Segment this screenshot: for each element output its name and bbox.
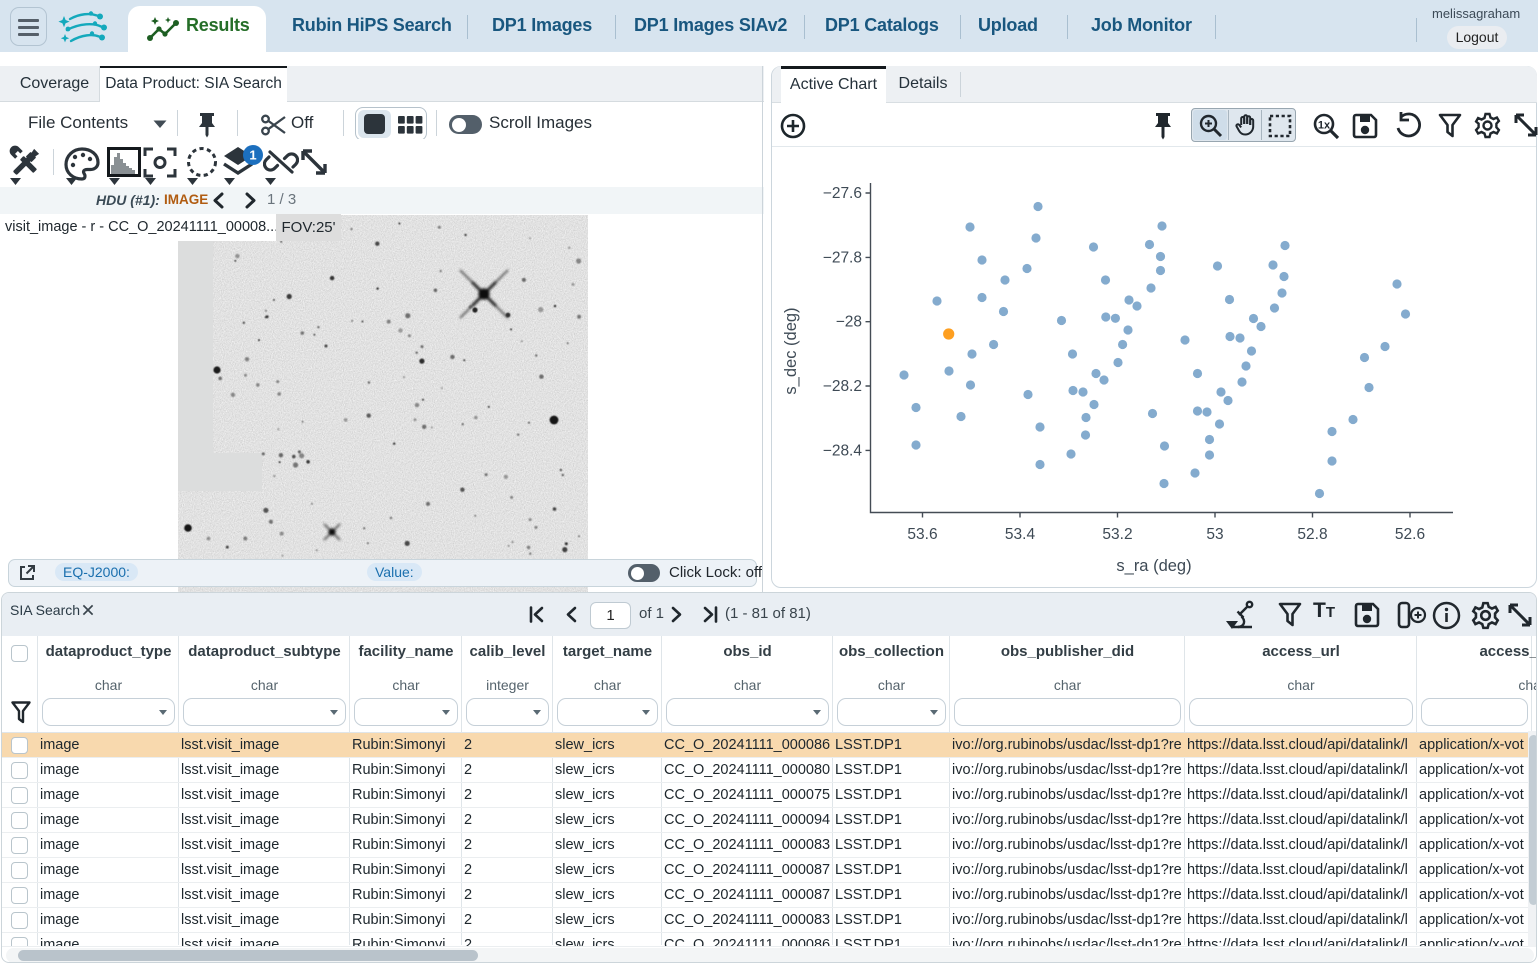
svg-text:1: 1 bbox=[249, 148, 256, 163]
svg-text:53: 53 bbox=[1206, 526, 1223, 543]
svg-text:53.6: 53.6 bbox=[907, 526, 937, 543]
svg-text:s_ra (deg): s_ra (deg) bbox=[1116, 557, 1191, 575]
svg-text:−27.6: −27.6 bbox=[823, 185, 862, 202]
svg-text:−28.2: −28.2 bbox=[823, 378, 862, 395]
svg-text:53.4: 53.4 bbox=[1005, 526, 1036, 543]
svg-text:−28.4: −28.4 bbox=[823, 442, 863, 459]
svg-text:52.8: 52.8 bbox=[1297, 526, 1327, 543]
svg-text:52.6: 52.6 bbox=[1395, 526, 1425, 543]
svg-text:53.2: 53.2 bbox=[1102, 526, 1132, 543]
svg-text:s_dec (deg): s_dec (deg) bbox=[782, 307, 800, 394]
svg-text:1x: 1x bbox=[1318, 120, 1331, 132]
svg-text:−27.8: −27.8 bbox=[823, 249, 862, 266]
svg-text:−28: −28 bbox=[836, 314, 862, 331]
